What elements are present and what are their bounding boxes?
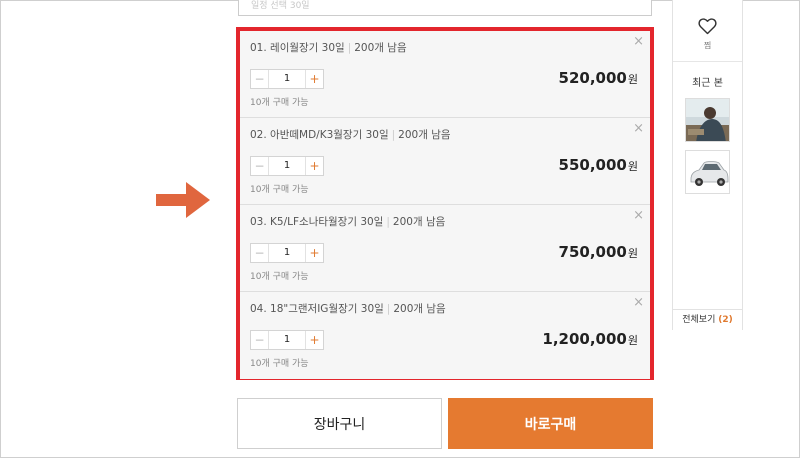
close-icon[interactable]: × <box>633 122 644 136</box>
price-value: 750,000 <box>558 243 627 261</box>
recent-photo-image <box>686 99 729 141</box>
option-item: 04. 18"그랜저IG월장기 30일 | 200개 남음 × − 1 + 10개 … <box>240 292 650 379</box>
currency-unit: 원 <box>627 73 638 86</box>
option-price: 550,000원 <box>559 156 638 174</box>
quick-sidebar: 찜 최근 본 전체보기 (2) <box>672 0 743 330</box>
view-all-count: (2) <box>718 315 733 325</box>
option-title: 01. 레이월장기 30일 | 200개 남음 <box>250 42 407 54</box>
schedule-select-field[interactable]: 일정 선택 30일 <box>238 0 652 16</box>
quantity-plus-button[interactable]: + <box>305 331 323 349</box>
wish-button[interactable]: 찜 <box>673 0 742 62</box>
quantity-input[interactable]: 1 <box>269 331 305 349</box>
close-icon[interactable]: × <box>633 296 644 310</box>
selected-options-panel: 01. 레이월장기 30일 | 200개 남음 × − 1 + 10개 구매 가능 … <box>236 27 654 380</box>
option-item: 02. 아반떼MD/K3월장기 30일 | 200개 남음 × − 1 + 10개 … <box>240 118 650 205</box>
quantity-minus-button[interactable]: − <box>251 70 269 88</box>
option-stock: 200개 남음 <box>393 303 446 315</box>
purchase-limit: 10개 구매 가능 <box>250 272 309 282</box>
price-value: 550,000 <box>558 156 627 174</box>
option-name: 02. 아반떼MD/K3월장기 30일 <box>250 129 389 141</box>
view-all-button[interactable]: 전체보기 (2) <box>673 309 742 330</box>
option-price: 750,000원 <box>559 243 638 261</box>
option-stock: 200개 남음 <box>398 129 451 141</box>
schedule-select-hint: 일정 선택 30일 <box>251 1 310 11</box>
quantity-plus-button[interactable]: + <box>305 244 323 262</box>
currency-unit: 원 <box>627 247 638 260</box>
option-stock: 200개 남음 <box>354 42 407 54</box>
price-value: 1,200,000 <box>542 330 627 348</box>
car-image <box>686 151 729 193</box>
option-title: 04. 18"그랜저IG월장기 30일 | 200개 남음 <box>250 303 446 315</box>
purchase-limit: 10개 구매 가능 <box>250 185 309 195</box>
quantity-plus-button[interactable]: + <box>305 157 323 175</box>
buy-now-button[interactable]: 바로구매 <box>448 398 653 449</box>
recent-title: 최근 본 <box>692 78 723 89</box>
heart-icon <box>698 18 717 35</box>
option-title: 02. 아반떼MD/K3월장기 30일 | 200개 남음 <box>250 129 451 141</box>
purchase-limit: 10개 구매 가능 <box>250 359 309 369</box>
close-icon[interactable]: × <box>633 209 644 223</box>
quantity-stepper: − 1 + <box>250 330 324 350</box>
cart-button[interactable]: 장바구니 <box>237 398 442 449</box>
quantity-input[interactable]: 1 <box>269 70 305 88</box>
currency-unit: 원 <box>627 334 638 347</box>
option-price: 520,000원 <box>559 69 638 87</box>
option-price: 1,200,000원 <box>542 330 638 348</box>
quantity-minus-button[interactable]: − <box>251 244 269 262</box>
quantity-input[interactable]: 1 <box>269 244 305 262</box>
quantity-plus-button[interactable]: + <box>305 70 323 88</box>
price-value: 520,000 <box>558 69 627 87</box>
quantity-input[interactable]: 1 <box>269 157 305 175</box>
recent-item-thumbnail[interactable] <box>685 98 730 142</box>
currency-unit: 원 <box>627 160 638 173</box>
option-title: 03. K5/LF소나타월장기 30일 | 200개 남음 <box>250 216 446 228</box>
recent-item-thumbnail[interactable] <box>685 150 730 194</box>
option-name: 04. 18"그랜저IG월장기 30일 <box>250 303 384 315</box>
option-item: 01. 레이월장기 30일 | 200개 남음 × − 1 + 10개 구매 가능 … <box>240 31 650 118</box>
quantity-stepper: − 1 + <box>250 69 324 89</box>
option-name: 01. 레이월장기 30일 <box>250 42 345 54</box>
option-item: 03. K5/LF소나타월장기 30일 | 200개 남음 × − 1 + 10개 … <box>240 205 650 292</box>
option-name: 03. K5/LF소나타월장기 30일 <box>250 216 384 228</box>
option-stock: 200개 남음 <box>392 216 446 228</box>
quantity-minus-button[interactable]: − <box>251 157 269 175</box>
wish-label: 찜 <box>703 41 712 50</box>
close-icon[interactable]: × <box>633 35 644 49</box>
quantity-minus-button[interactable]: − <box>251 331 269 349</box>
right-arrow-icon <box>156 182 210 218</box>
quantity-stepper: − 1 + <box>250 156 324 176</box>
purchase-limit: 10개 구매 가능 <box>250 98 309 108</box>
view-all-label: 전체보기 <box>682 315 716 325</box>
quantity-stepper: − 1 + <box>250 243 324 263</box>
